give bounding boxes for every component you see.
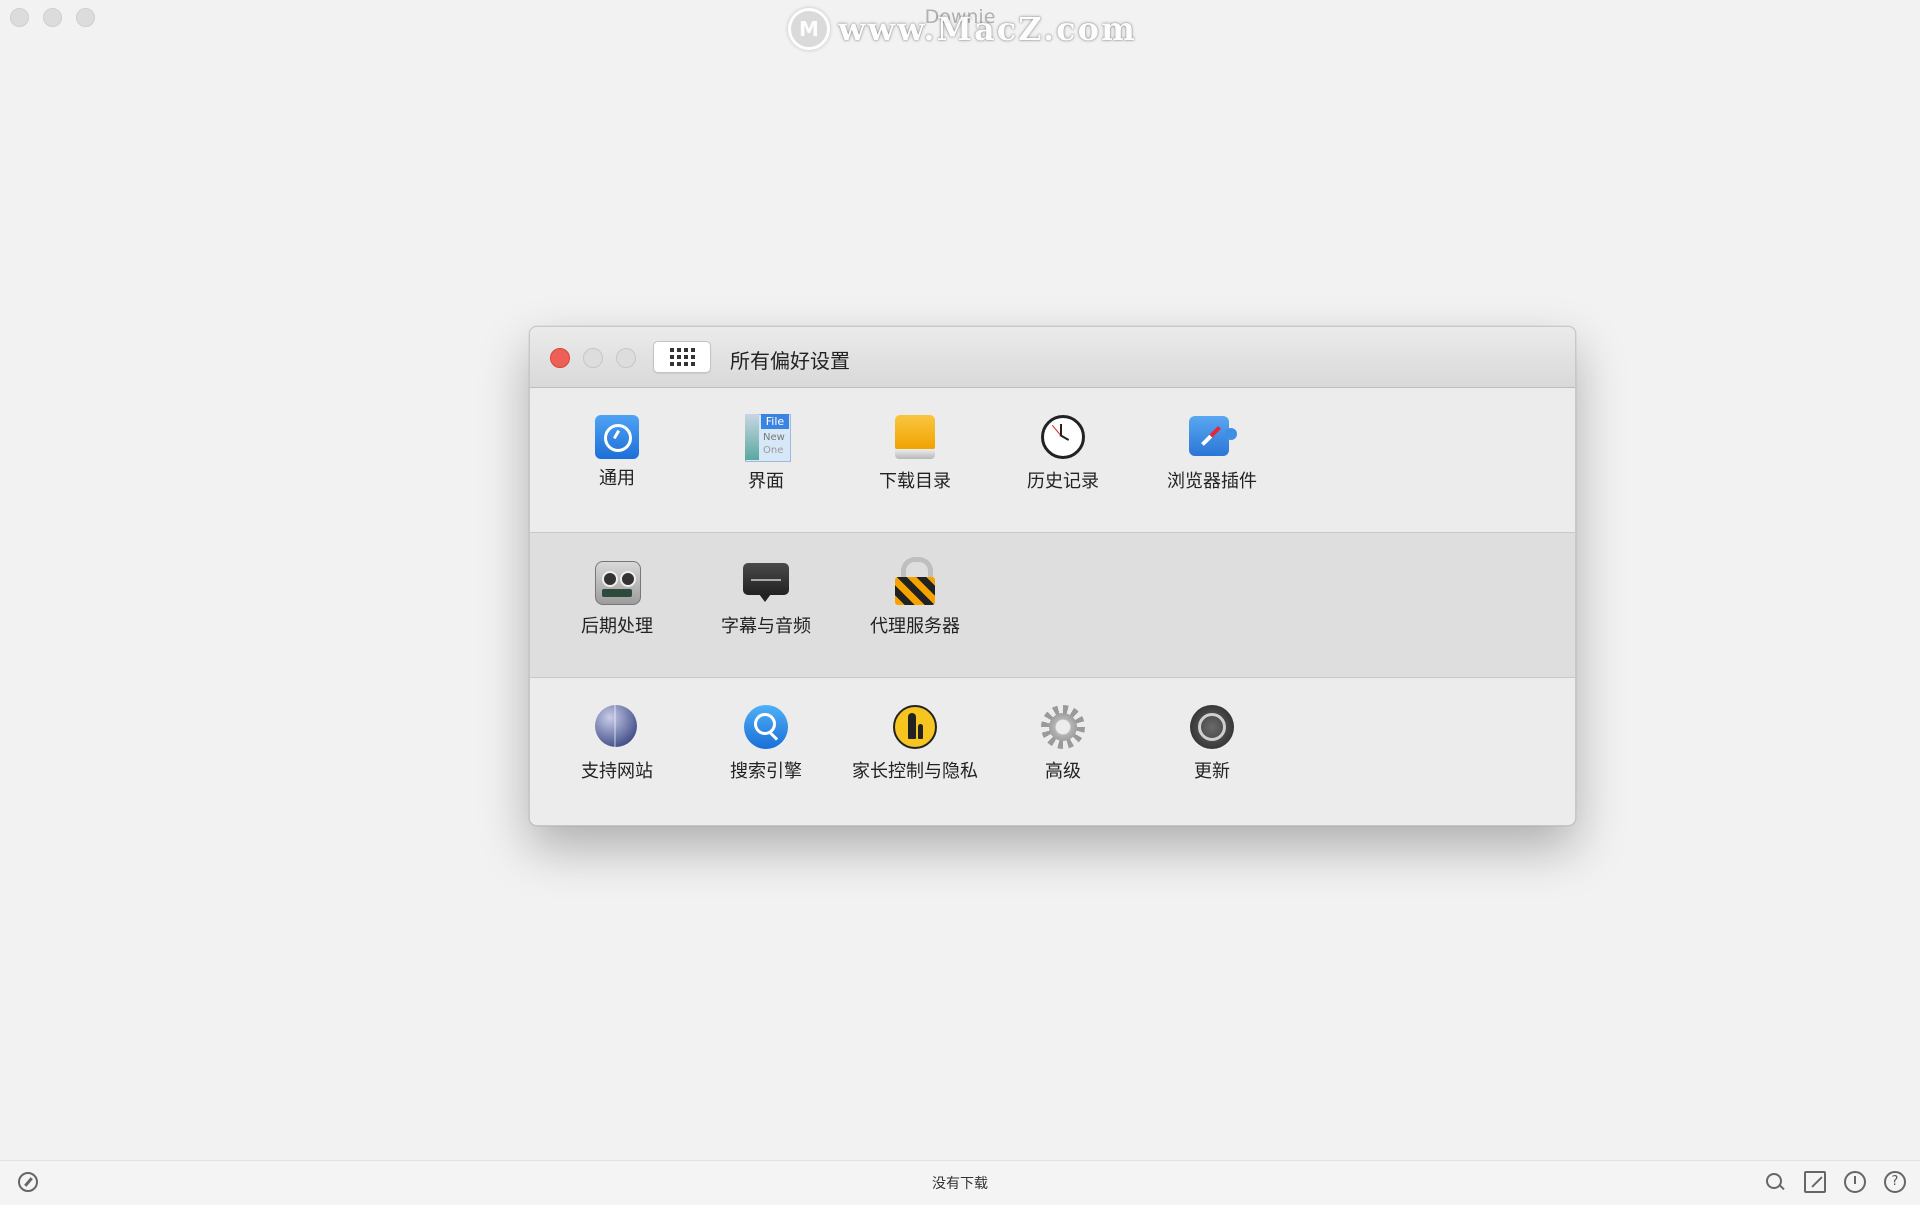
preferences-title: 所有偏好设置 [730, 349, 850, 373]
watermark-text: www.MacZ.com [838, 10, 1137, 48]
pane-advanced[interactable]: 高级 [989, 702, 1137, 783]
pane-label: 支持网站 [581, 761, 653, 782]
preferences-titlebar: 所有偏好设置 [530, 327, 1575, 388]
pane-label: 界面 [748, 471, 784, 492]
gear-icon [1038, 702, 1088, 752]
search-icon[interactable] [1764, 1171, 1786, 1193]
clock-icon [1038, 412, 1088, 462]
watermark: M www.MacZ.com [788, 8, 1137, 50]
download-status: 没有下载 [932, 1176, 988, 1192]
download-folder-drive-icon [890, 412, 940, 462]
globe-icon [592, 702, 642, 752]
status-bar: 没有下载 ? [0, 1160, 1920, 1205]
pane-subtitles-audio[interactable]: 字幕与音频 [692, 557, 840, 638]
general-gear-icon [595, 415, 639, 459]
grid-icon [669, 348, 695, 366]
preferences-window-controls [550, 348, 636, 368]
pane-general[interactable]: 通用 [543, 412, 691, 490]
show-all-button[interactable] [653, 341, 711, 373]
preferences-zoom-button[interactable] [616, 348, 636, 368]
help-icon[interactable]: ? [1884, 1171, 1906, 1193]
watermark-logo-icon: M [788, 8, 830, 50]
preferences-row-3: 支持网站 搜索引擎 家长控制与隐私 高级 更新 [530, 678, 1575, 824]
pane-label: 下载目录 [879, 471, 951, 492]
pane-history[interactable]: 历史记录 [989, 412, 1137, 493]
search-icon [741, 702, 791, 752]
lock-icon [890, 557, 940, 607]
pane-parental-privacy[interactable]: 家长控制与隐私 [841, 702, 989, 783]
pane-proxy[interactable]: 代理服务器 [841, 557, 989, 638]
preferences-row-1: 通用 File New One 界面 下载目录 历史记录 浏览器插件 [530, 388, 1575, 533]
pane-interface[interactable]: File New One 界面 [692, 412, 840, 493]
pane-label: 代理服务器 [870, 616, 960, 637]
interface-icon: File New One [741, 412, 791, 462]
browser-plugin-icon [1187, 412, 1237, 462]
pane-search-engines[interactable]: 搜索引擎 [692, 702, 840, 783]
robot-icon [592, 557, 642, 607]
history-clock-icon[interactable] [1844, 1171, 1866, 1193]
preferences-row-2: 后期处理 字幕与音频 代理服务器 [530, 533, 1575, 678]
pane-updates[interactable]: 更新 [1138, 702, 1286, 783]
pane-postprocessing[interactable]: 后期处理 [543, 557, 691, 638]
edit-icon[interactable] [1804, 1171, 1826, 1193]
pane-label: 字幕与音频 [721, 616, 811, 637]
subtitles-bubble-icon [741, 557, 791, 607]
preferences-minimize-button[interactable] [583, 348, 603, 368]
pane-supported-sites[interactable]: 支持网站 [543, 702, 691, 783]
pane-label: 通用 [599, 468, 635, 489]
pane-label: 高级 [1045, 761, 1081, 782]
pane-label: 家长控制与隐私 [852, 761, 978, 782]
pane-download-folder[interactable]: 下载目录 [841, 412, 989, 493]
pane-label: 后期处理 [581, 616, 653, 637]
parental-control-icon [890, 702, 940, 752]
update-gear-icon [1187, 702, 1237, 752]
pane-label: 浏览器插件 [1167, 471, 1257, 492]
pane-browser-extensions[interactable]: 浏览器插件 [1138, 412, 1286, 493]
preferences-window: 所有偏好设置 通用 File New One 界面 下载目录 历史记录 浏览器插 [529, 326, 1576, 826]
pane-label: 更新 [1194, 761, 1230, 782]
preferences-close-button[interactable] [550, 348, 570, 368]
statusbar-tools: ? [1764, 1171, 1906, 1193]
pane-label: 搜索引擎 [730, 761, 802, 782]
pane-label: 历史记录 [1027, 471, 1099, 492]
